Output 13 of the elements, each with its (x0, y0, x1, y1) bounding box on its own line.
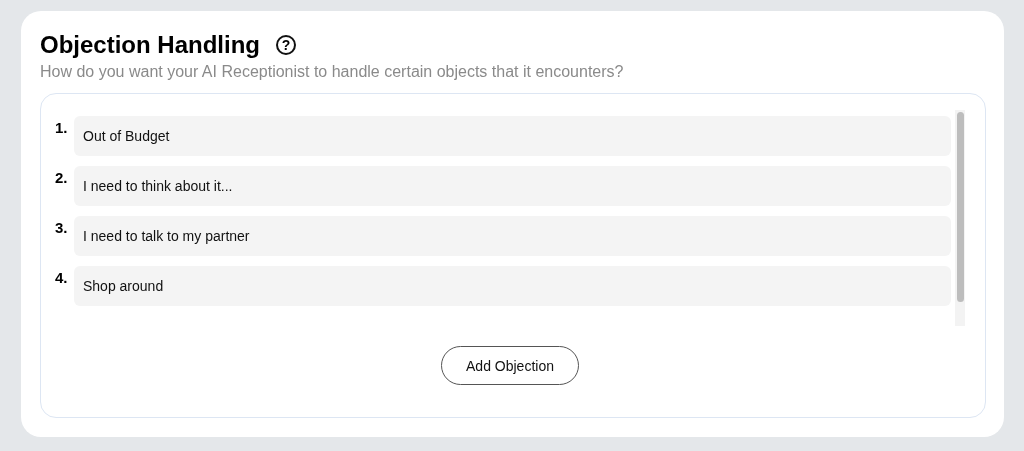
add-objection-button[interactable]: Add Objection (441, 346, 579, 385)
objection-field[interactable]: I need to talk to my partner (74, 216, 951, 256)
section-title: Objection Handling (40, 31, 260, 59)
item-number: 2. (55, 168, 69, 186)
item-number: 3. (55, 218, 69, 236)
objection-field[interactable]: Shop around (74, 266, 951, 306)
section-subtitle: How do you want your AI Receptionist to handle certain objects that it encounters? (40, 63, 625, 81)
item-number: 1. (55, 118, 69, 136)
item-number: 4. (55, 268, 69, 286)
help-icon[interactable]: ? (276, 35, 296, 55)
scrollbar[interactable] (955, 110, 965, 326)
objection-field[interactable]: I need to think about it... (74, 166, 951, 206)
objection-field[interactable]: Out of Budget (74, 116, 951, 156)
